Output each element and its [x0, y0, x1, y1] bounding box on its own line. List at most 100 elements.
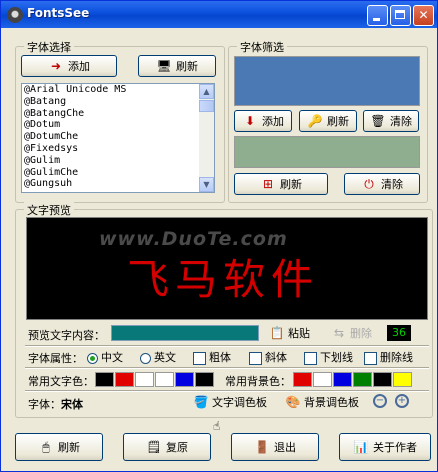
- filter-clear-label: 清除: [390, 115, 412, 128]
- list-item[interactable]: @Dotum: [22, 119, 214, 131]
- arrow-right-icon: ➜: [50, 59, 62, 73]
- radio-icon: [87, 352, 98, 364]
- font-select-title: 字体选择: [24, 39, 74, 55]
- zoom-out-icon[interactable]: −: [373, 394, 387, 408]
- color-swatch[interactable]: [293, 372, 312, 387]
- list-item[interactable]: @Arial Unicode MS: [22, 84, 214, 96]
- filter-refresh2-label: 刷新: [280, 178, 302, 191]
- title-bar[interactable]: FontsSee ✕: [1, 1, 437, 28]
- lang-en-label: 英文: [154, 351, 176, 364]
- paste-button[interactable]: 📋 粘贴: [269, 324, 317, 342]
- refresh-icon: 🖱: [42, 440, 50, 454]
- window-title: FontsSee: [27, 6, 90, 20]
- italic-checkbox[interactable]: 斜体: [249, 349, 287, 365]
- maximize-icon: [395, 10, 405, 19]
- bottom-exit-label: 退出: [274, 441, 296, 454]
- color-swatch[interactable]: [393, 372, 412, 387]
- bottom-about-label: 关于作者: [373, 441, 417, 454]
- grid-icon: ⊞: [262, 177, 274, 191]
- delete-button[interactable]: ⇆ 删除: [331, 324, 381, 342]
- strike-checkbox[interactable]: 删除线: [364, 349, 413, 365]
- font-size-display[interactable]: 36: [387, 325, 411, 341]
- lang-cn-label: 中文: [101, 351, 123, 364]
- list-item[interactable]: @GulimChe: [22, 167, 214, 179]
- bg-palette-label: 背景调色板: [304, 396, 359, 409]
- scroll-up-icon[interactable]: ▲: [199, 84, 214, 99]
- zoom-in-icon[interactable]: +: [395, 394, 409, 408]
- about-icon: 📊: [353, 440, 369, 454]
- color-swatch[interactable]: [373, 372, 392, 387]
- preview-content-label: 预览文字内容：: [28, 329, 105, 342]
- filter-refresh-button[interactable]: 🔑 刷新: [299, 110, 357, 132]
- add-font-button[interactable]: ➜ 添加: [21, 55, 117, 77]
- color-swatch[interactable]: [115, 372, 134, 387]
- color-swatch[interactable]: [175, 372, 194, 387]
- text-palette-button[interactable]: 🪣 文字调色板: [193, 393, 277, 411]
- filter-add-label: 添加: [262, 115, 284, 128]
- color-swatch[interactable]: [195, 372, 214, 387]
- maximize-button[interactable]: [390, 5, 411, 26]
- bottom-exit-button[interactable]: 🚪 退出: [231, 433, 319, 461]
- color-swatch[interactable]: [155, 372, 174, 387]
- filter-clear2-button[interactable]: ⏻ 清除: [344, 173, 420, 195]
- minimize-icon: [373, 18, 380, 21]
- filter-refresh-label: 刷新: [327, 115, 349, 128]
- filter-color-panel-bottom[interactable]: [234, 136, 420, 168]
- font-list-scrollbar[interactable]: ▲ ▼: [199, 84, 214, 192]
- exit-icon: 🚪: [254, 440, 270, 454]
- checkbox-icon: [249, 351, 262, 365]
- color-swatch[interactable]: [95, 372, 114, 387]
- bottom-about-button[interactable]: 📊 关于作者: [339, 433, 431, 461]
- color-swatch[interactable]: [313, 372, 332, 387]
- refresh-font-button[interactable]: 🖥 刷新: [138, 55, 216, 77]
- trash-icon: 🗑: [370, 114, 386, 128]
- preview-content-input[interactable]: [111, 325, 259, 341]
- clipboard-icon: 📋: [269, 326, 285, 340]
- close-icon: ✕: [418, 8, 429, 22]
- radio-icon: [140, 352, 151, 364]
- bold-checkbox[interactable]: 粗体: [193, 349, 231, 365]
- lang-cn-radio[interactable]: 中文: [87, 349, 123, 365]
- close-button[interactable]: ✕: [413, 5, 434, 26]
- color-swatch[interactable]: [353, 372, 372, 387]
- app-window: FontsSee ✕ 字体选择 ➜ 添加 🖥 刷新 @Arial Unicode…: [0, 0, 438, 472]
- filter-color-panel-top[interactable]: [234, 56, 420, 106]
- filter-clear-button[interactable]: 🗑 清除: [363, 110, 419, 132]
- underline-checkbox[interactable]: 下划线: [304, 349, 353, 365]
- text-colors-label: 常用文字色：: [28, 375, 94, 388]
- font-list[interactable]: @Arial Unicode MS @Batang @BatangChe @Do…: [21, 83, 215, 193]
- list-item[interactable]: @Gungsuh: [22, 178, 214, 190]
- color-swatch[interactable]: [135, 372, 154, 387]
- filter-refresh2-button[interactable]: ⊞ 刷新: [234, 173, 328, 195]
- bottom-restore-button[interactable]: 🗒 复原: [123, 433, 211, 461]
- arrow-down-icon: ⬇: [244, 114, 256, 128]
- power-icon: ⏻: [364, 177, 374, 191]
- color-swatch[interactable]: [333, 372, 352, 387]
- bg-palette-button[interactable]: 🎨 背景调色板: [285, 393, 369, 411]
- list-item[interactable]: @BatangChe: [22, 108, 214, 120]
- scroll-down-icon[interactable]: ▼: [199, 177, 214, 192]
- filter-add-button[interactable]: ⬇ 添加: [234, 110, 292, 132]
- scroll-thumb[interactable]: [199, 100, 214, 112]
- app-icon: [7, 7, 23, 23]
- list-item[interactable]: @Batang: [22, 96, 214, 108]
- hand-cursor-icon: ☝: [213, 419, 221, 433]
- list-item[interactable]: @Fixedsys: [22, 143, 214, 155]
- bottom-refresh-button[interactable]: 🖱 刷新: [15, 433, 103, 461]
- refresh-font-label: 刷新: [176, 60, 198, 73]
- strike-label: 删除线: [380, 351, 413, 364]
- filter-clear2-label: 清除: [381, 178, 403, 191]
- restore-icon: 🗒: [146, 440, 162, 454]
- bottom-refresh-label: 刷新: [58, 441, 80, 454]
- font-filter-title: 字体筛选: [237, 39, 287, 55]
- bold-label: 粗体: [209, 351, 231, 364]
- lang-en-radio[interactable]: 英文: [140, 349, 176, 365]
- paste-label: 粘贴: [288, 327, 310, 340]
- minimize-button[interactable]: [367, 5, 388, 26]
- italic-label: 斜体: [265, 351, 287, 364]
- palette-icon: 🎨: [285, 395, 301, 409]
- list-item[interactable]: @Gulim: [22, 155, 214, 167]
- separator: [25, 390, 429, 392]
- list-item[interactable]: @DotumChe: [22, 131, 214, 143]
- underline-label: 下划线: [320, 351, 353, 364]
